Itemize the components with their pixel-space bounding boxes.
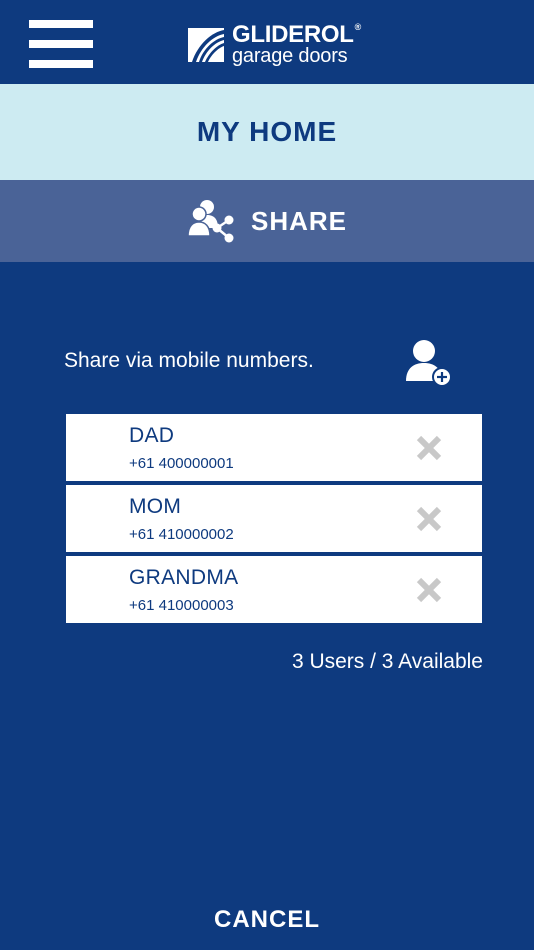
shared-users-list: DAD +61 400000001 MOM +61 410000002 GRAN… [66,414,482,627]
remove-user-icon[interactable] [415,505,443,533]
gliderol-logo: GLIDEROL® garage doors [184,21,361,67]
cancel-button-label: CANCEL [214,906,320,933]
user-row-grandma[interactable]: GRANDMA +61 410000003 [66,556,482,623]
share-via-label: Share via mobile numbers. [64,349,314,372]
my-home-bar[interactable]: MY HOME [0,84,534,180]
cancel-button[interactable]: CANCEL [0,896,534,944]
app-header: GLIDEROL® garage doors [0,0,534,84]
user-name: GRANDMA [129,566,239,589]
menu-line-3 [29,60,93,68]
user-name: MOM [129,495,182,518]
users-count-label: 3 Users / 3 Available [291,650,483,673]
share-title: SHARE [250,205,347,236]
user-name: DAD [129,424,175,447]
share-users-icon [187,200,234,243]
remove-user-icon[interactable] [415,576,443,604]
user-row-dad[interactable]: DAD +61 400000001 [66,414,482,481]
remove-user-icon[interactable] [415,434,443,462]
logo-tagline: garage doors [232,44,348,67]
logo-brand-text: GLIDEROL® [232,20,361,48]
menu-line-2 [29,40,93,48]
menu-line-1 [29,20,93,28]
user-row-mom[interactable]: MOM +61 410000002 [66,485,482,552]
user-phone: +61 400000001 [129,455,234,472]
gliderol-logo-mark-icon [188,28,224,62]
hamburger-menu-icon[interactable] [29,20,93,68]
my-home-title: MY HOME [196,116,338,147]
user-phone: +61 410000003 [129,597,234,614]
share-header: SHARE [0,180,534,262]
add-user-icon[interactable] [404,338,454,388]
user-phone: +61 410000002 [129,526,234,543]
